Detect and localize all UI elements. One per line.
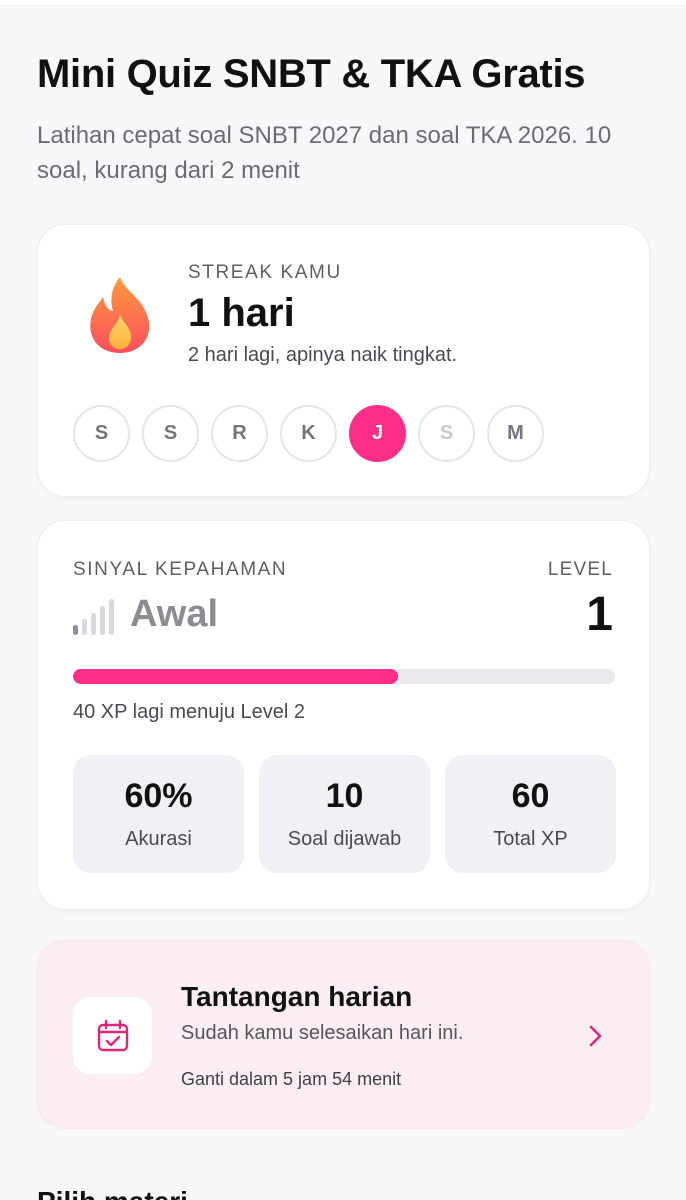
level-value: 1	[586, 588, 613, 641]
signal-bars-icon	[73, 599, 114, 635]
stat-value: 10	[325, 777, 364, 815]
weekday-circle: K	[280, 405, 337, 462]
stat-label: Soal dijawab	[287, 828, 402, 850]
top-divider	[0, 0, 686, 6]
calendar-icon-box	[73, 997, 152, 1074]
level-label: LEVEL	[547, 559, 613, 580]
challenge-time: Ganti dalam 5 jam 54 menit	[181, 1069, 402, 1089]
weekday-circle: M	[487, 405, 544, 462]
stat-value: 60%	[124, 777, 193, 815]
weekday-circle: S	[418, 405, 475, 462]
stat-answered: 10 Soal dijawab	[259, 755, 430, 873]
challenge-title: Tantangan harian	[181, 981, 413, 1012]
daily-challenge-card[interactable]: Tantangan harian Sudah kamu selesaikan h…	[37, 940, 650, 1129]
signal-value: Awal	[130, 593, 219, 635]
xp-hint: 40 XP lagi menuju Level 2	[73, 701, 306, 723]
page-subtitle: Latihan cepat soal SNBT 2027 dan soal TK…	[37, 122, 612, 184]
xp-progress-bar	[73, 669, 615, 684]
flame-icon	[90, 277, 150, 353]
weekday-circle-active: J	[349, 405, 406, 462]
weekday-row: S S R K J S M	[73, 405, 544, 462]
section-heading: Pilih materi	[37, 1186, 188, 1200]
chevron-right-icon[interactable]	[585, 1023, 605, 1049]
calendar-check-icon	[97, 1019, 128, 1051]
stats-row: 60% Akurasi 10 Soal dijawab 60 Total XP	[73, 755, 616, 873]
stat-total-xp: 60 Total XP	[445, 755, 616, 873]
stat-label: Akurasi	[125, 828, 192, 850]
weekday-circle: R	[211, 405, 268, 462]
streak-value: 1 hari	[188, 291, 295, 335]
streak-hint: 2 hari lagi, apinya naik tingkat.	[188, 344, 458, 366]
understanding-card: SINYAL KEPAHAMAN LEVEL Awal 1 40 XP lagi…	[37, 520, 650, 910]
streak-card: STREAK KAMU 1 hari 2 hari lagi, apinya n…	[37, 224, 650, 497]
signal-label: SINYAL KEPAHAMAN	[73, 559, 288, 580]
weekday-circle: S	[142, 405, 199, 462]
stat-accuracy: 60% Akurasi	[73, 755, 244, 873]
challenge-desc: Sudah kamu selesaikan hari ini.	[181, 1022, 464, 1044]
page-title: Mini Quiz SNBT & TKA Gratis	[37, 52, 586, 96]
weekday-circle: S	[73, 405, 130, 462]
stat-label: Total XP	[493, 828, 568, 850]
streak-label: STREAK KAMU	[188, 262, 342, 283]
xp-progress-fill	[73, 669, 399, 684]
page: Mini Quiz SNBT & TKA Gratis Latihan cepa…	[0, 0, 686, 1200]
stat-value: 60	[511, 777, 550, 815]
